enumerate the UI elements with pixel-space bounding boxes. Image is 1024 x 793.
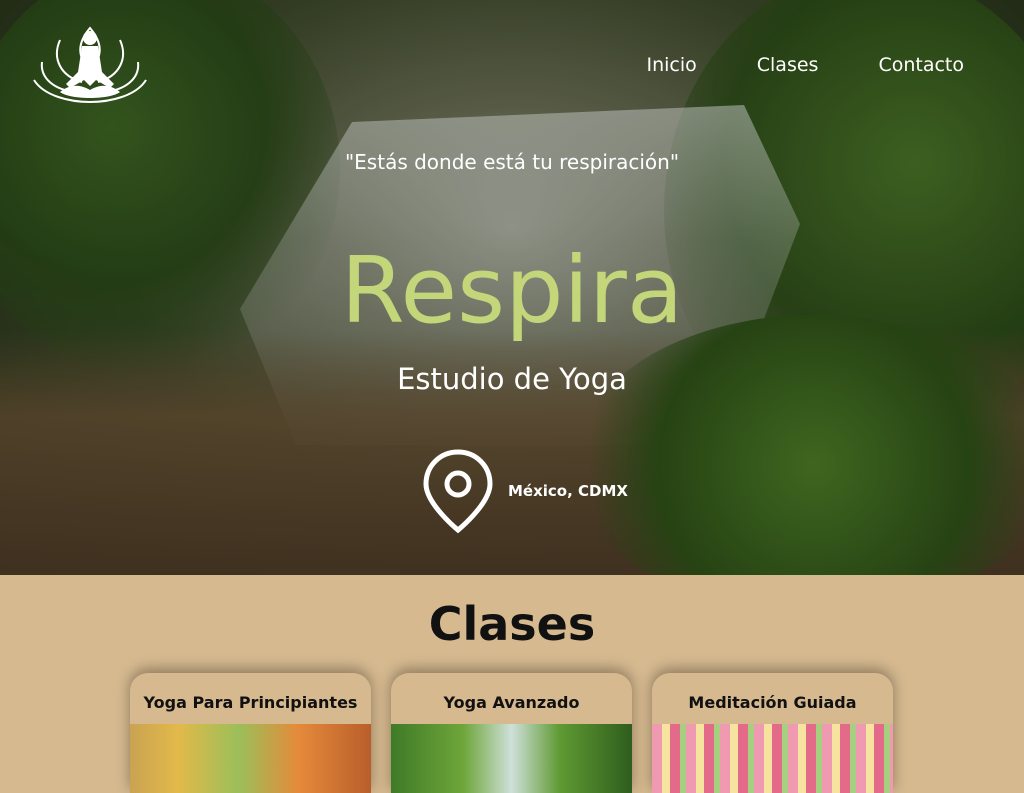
class-card-image [652,724,893,793]
nav-item-clases[interactable]: Clases [757,54,819,76]
location-info: México, CDMX [420,448,628,534]
hero-section: Inicio Clases Contacto "Estás donde está… [0,0,1024,575]
location-text: México, CDMX [508,482,628,500]
class-card-principiantes[interactable]: Yoga Para Principiantes [130,673,371,793]
class-card-image [391,724,632,793]
nav-item-contacto[interactable]: Contacto [878,54,964,76]
hero-title: Respira [340,237,684,344]
class-card-title: Yoga Avanzado [443,693,580,712]
nav-item-inicio[interactable]: Inicio [646,54,696,76]
map-pin-icon [423,449,493,534]
logo-link[interactable] [30,22,150,104]
class-card-title: Yoga Para Principiantes [143,693,358,712]
classes-heading: Clases [428,597,596,651]
class-card-image [130,724,371,793]
class-cards: Yoga Para Principiantes Yoga Avanzado Me… [130,673,893,793]
hero-quote: "Estás donde está tu respiración" [344,150,680,174]
class-card-meditacion[interactable]: Meditación Guiada [652,673,893,793]
class-card-title: Meditación Guiada [688,693,857,712]
class-card-avanzado[interactable]: Yoga Avanzado [391,673,632,793]
main-nav: Inicio Clases Contacto [646,54,964,76]
hero-subtitle: Estudio de Yoga [397,362,627,396]
meditating-lotus-icon [33,26,147,104]
classes-section: Clases Yoga Para Principiantes Yoga Avan… [0,575,1024,793]
